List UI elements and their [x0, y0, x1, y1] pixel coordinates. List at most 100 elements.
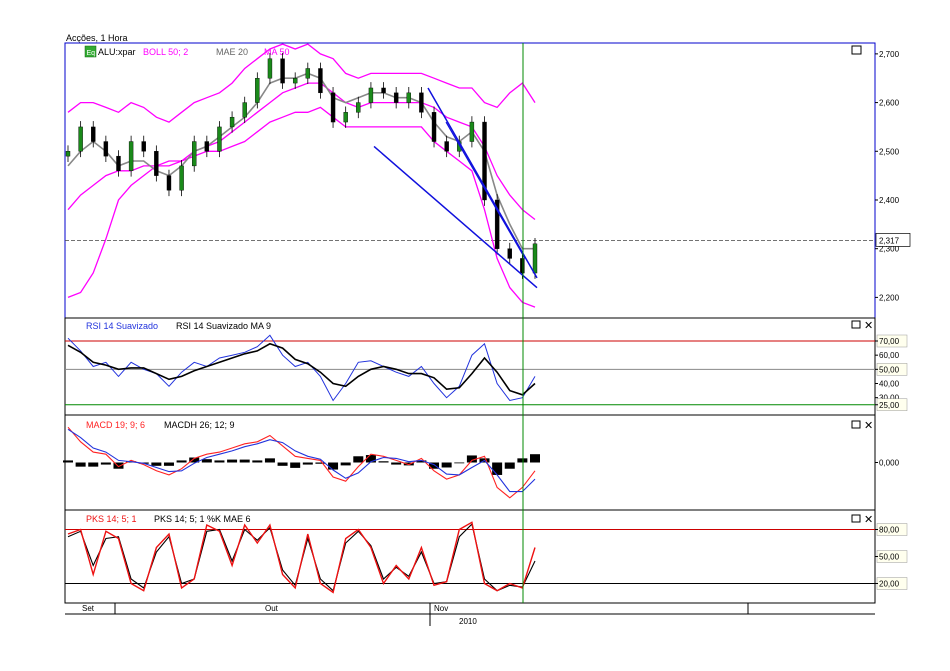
- macdh-bar: [328, 462, 339, 470]
- close-icon[interactable]: ✕: [864, 514, 873, 526]
- pks-ma-line: [67, 523, 536, 592]
- candle: [356, 102, 361, 113]
- y-tick-label: 0,000: [879, 459, 900, 468]
- macdh-bar: [100, 462, 111, 465]
- candle: [431, 112, 437, 142]
- macdh-bar: [264, 458, 275, 463]
- mae20-line: [67, 72, 535, 250]
- last-price-label: 2,317: [879, 236, 900, 245]
- x-year-label: 2010: [459, 617, 477, 626]
- chart-canvas: Eq ALU:xpar BOLL 50; 2 MAE 20 MA 50 2,70…: [63, 42, 911, 626]
- y-tick-label: 80,00: [879, 526, 900, 535]
- candle: [368, 87, 374, 103]
- macdh-bar: [353, 456, 364, 463]
- candle: [192, 141, 197, 167]
- macdh-bar: [504, 462, 515, 469]
- candle: [229, 116, 235, 128]
- y-tick-label: 20,00: [879, 580, 900, 589]
- macdh-bar: [302, 462, 313, 465]
- legend-symbol[interactable]: ALU:xpar: [98, 47, 136, 57]
- candle: [520, 258, 525, 274]
- price-panel: 2,7002,6002,5002,4002,3002,2002,317: [65, 43, 911, 308]
- legend-rsi-ma[interactable]: RSI 14 Suavizado MA 9: [176, 321, 271, 331]
- y-tick-label: 50,00: [879, 553, 900, 562]
- candle: [507, 248, 512, 259]
- y-tick-label: 25,00: [879, 401, 900, 410]
- legend-boll[interactable]: BOLL 50; 2: [143, 47, 188, 57]
- price-frame: [64, 42, 876, 319]
- macdh-bar: [441, 462, 452, 468]
- y-tick-label: 60,00: [879, 351, 900, 360]
- y-tick-label: 50,00: [879, 365, 900, 374]
- x-tick-label: Nov: [434, 604, 448, 613]
- candle: [154, 151, 159, 176]
- pks-line: [67, 521, 536, 594]
- macd-panel: 0,000: [63, 426, 900, 499]
- maximize-icon[interactable]: [851, 45, 862, 55]
- macdh-bar: [151, 462, 162, 466]
- legend-pks-ma[interactable]: PKS 14; 5; 1 %K MAE 6: [154, 514, 251, 524]
- maximize-icon[interactable]: [851, 420, 861, 429]
- macdh-bar: [277, 462, 288, 466]
- legend-ma[interactable]: MA 50: [264, 47, 290, 57]
- macdh-bar: [75, 462, 86, 467]
- legend-macd[interactable]: MACD 19; 9; 6: [86, 420, 145, 430]
- close-icon[interactable]: ✕: [864, 320, 873, 332]
- candle: [217, 126, 222, 152]
- legend-rsi[interactable]: RSI 14 Suavizado: [86, 321, 158, 331]
- y-tick-label: 70,00: [879, 337, 900, 346]
- trendline-lower: [373, 145, 538, 289]
- macdh-bar: [88, 462, 99, 467]
- macdh-bar: [227, 459, 238, 463]
- candle: [280, 58, 285, 84]
- candle: [267, 58, 273, 79]
- macdh-bar: [391, 462, 402, 465]
- candle: [128, 141, 134, 171]
- panel-controls: ✕ ✕ ✕: [851, 45, 873, 526]
- eq-icon-letters: Eq: [87, 50, 96, 57]
- rsi-legend: RSI 14 Suavizado RSI 14 Suavizado MA 9: [86, 321, 271, 331]
- candle: [242, 102, 247, 118]
- macdh-bar: [176, 460, 187, 463]
- y-tick-label: 40,00: [879, 380, 900, 389]
- legend-pks[interactable]: PKS 14; 5; 1: [86, 514, 137, 524]
- candle: [103, 141, 109, 157]
- trendline-upper: [427, 87, 538, 279]
- x-tick-label: Out: [265, 604, 279, 613]
- candle: [330, 92, 336, 123]
- candle: [65, 151, 71, 157]
- rsi-frame: [64, 317, 876, 416]
- candle: [406, 92, 411, 103]
- macdh-bar: [454, 462, 465, 464]
- maximize-icon[interactable]: [851, 514, 861, 523]
- close-icon[interactable]: ✕: [864, 420, 873, 432]
- candle: [78, 126, 83, 152]
- macdh-bar: [492, 462, 503, 475]
- macdh-bar: [378, 461, 389, 463]
- candle: [292, 78, 298, 84]
- macdh-bar: [63, 460, 73, 463]
- candle: [179, 165, 184, 191]
- macdh-bar: [340, 462, 351, 466]
- x-axis: Set Out Nov 2010: [65, 602, 875, 626]
- maximize-icon[interactable]: [851, 320, 861, 329]
- candle: [141, 141, 146, 152]
- y-tick-label: 2,600: [879, 99, 900, 108]
- candle: [91, 126, 96, 142]
- candle: [305, 68, 311, 79]
- candle: [381, 87, 386, 94]
- macdh-bar: [239, 459, 250, 463]
- legend-macdh[interactable]: MACDH 26; 12; 9: [164, 420, 235, 430]
- rsi-panel: 70,0060,0050,0040,0030,0025,00: [65, 334, 908, 411]
- y-tick-label: 2,400: [879, 196, 900, 205]
- x-tick-label: Set: [82, 604, 95, 613]
- legend-mae[interactable]: MAE 20: [216, 47, 248, 57]
- candle: [469, 121, 475, 142]
- candle: [166, 175, 172, 191]
- y-tick-label: 2,500: [879, 147, 900, 156]
- macdh-bar: [214, 460, 225, 463]
- stochastic-panel: 80,00 50,00 20,00: [65, 521, 908, 594]
- stochastic-legend: PKS 14; 5; 1 PKS 14; 5; 1 %K MAE 6: [86, 514, 251, 524]
- candle: [393, 92, 399, 103]
- candle: [532, 243, 538, 274]
